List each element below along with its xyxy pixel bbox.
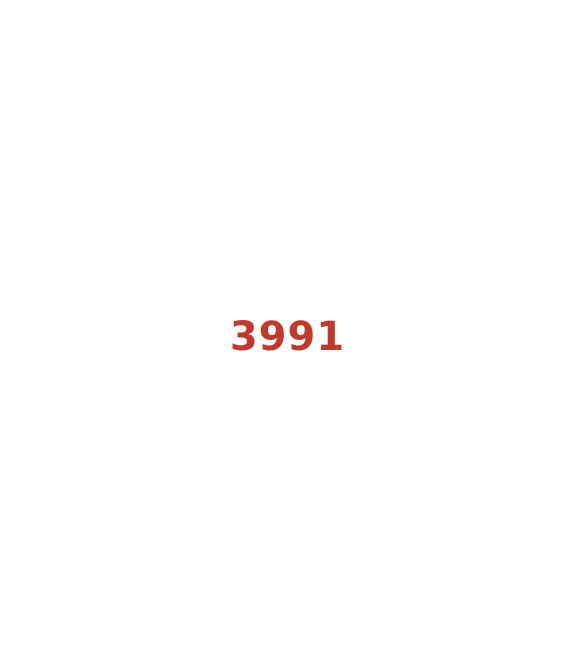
page-canvas: 3991 — [0, 0, 575, 652]
number-display: 3991 — [229, 314, 346, 360]
